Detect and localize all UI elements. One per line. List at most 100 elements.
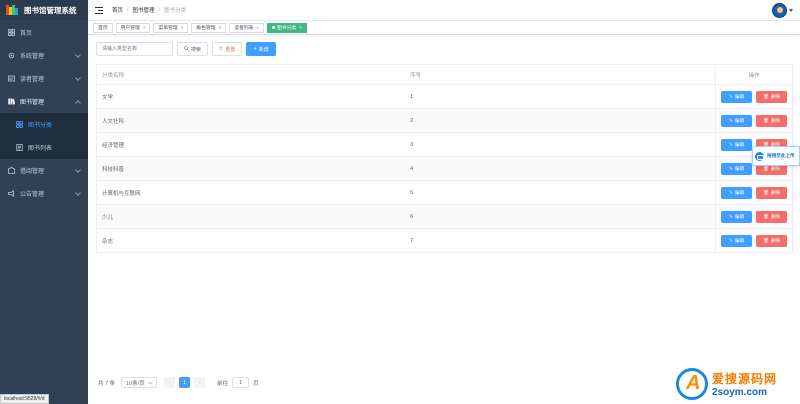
sidebar-item-label: 系统管理 xyxy=(20,54,45,60)
cell-order: 4 xyxy=(410,165,414,172)
tag-user-management[interactable]: 用户管理 × xyxy=(115,22,151,33)
toolbar: 搜索 ⟳ 重置 + 新增 xyxy=(96,42,277,56)
close-icon[interactable]: × xyxy=(143,25,146,30)
trash-icon: 🗑 xyxy=(763,237,769,243)
sidebar-item-book-list[interactable]: 图书列表 xyxy=(0,136,88,159)
goto-page-input[interactable]: 1 xyxy=(232,377,250,388)
category-icon xyxy=(16,121,23,128)
page-size-select[interactable]: 10条/页 xyxy=(121,377,158,388)
edit-button[interactable]: ✎ 编辑 xyxy=(721,186,753,199)
close-icon[interactable]: × xyxy=(256,25,259,30)
table-row: 杂志 7 ✎ 编辑 🗑 删除 xyxy=(97,229,792,253)
dashboard-icon xyxy=(8,29,15,36)
edit-icon: ✎ xyxy=(729,165,733,171)
avatar[interactable] xyxy=(772,3,787,18)
tag-menu-management[interactable]: 菜单管理 × xyxy=(153,22,189,33)
edit-button[interactable]: ✎ 编辑 xyxy=(721,138,753,151)
cell-category-name: 人文社科 xyxy=(102,118,125,125)
edit-icon: ✎ xyxy=(729,117,733,123)
tag-label: 菜单管理 xyxy=(158,26,178,31)
category-table: 分类名称 序号 操作 文学 1 ✎ 编辑 🗑 删除 人文社科 2 ✎ 编辑 🗑 删除 经济管理 3 ✎ 编辑 🗑… xyxy=(96,64,793,253)
navbar: 首页 / 图书管理 / 图书分类 xyxy=(88,0,800,21)
cell-actions: ✎ 编辑 🗑 删除 xyxy=(715,85,792,108)
delete-button-label: 删除 xyxy=(770,93,781,99)
pagination-total: 共 7 条 xyxy=(98,380,116,387)
edit-button[interactable]: ✎ 编辑 xyxy=(721,162,753,175)
tag-home[interactable]: 首页 xyxy=(93,22,113,33)
sidebar-item-book-category[interactable]: 图书分类 xyxy=(0,113,88,136)
edit-icon: ✎ xyxy=(729,237,733,243)
tag-reader-list[interactable]: 读者列表 × xyxy=(229,22,264,33)
breadcrumb-books[interactable]: 图书管理 xyxy=(133,6,155,14)
reset-button[interactable]: ⟳ 重置 xyxy=(212,42,243,56)
pagination: 共 7 条 10条/页 ‹ 1 › 前往 1 页 xyxy=(98,377,259,388)
edit-button[interactable]: ✎ 编辑 xyxy=(721,90,753,103)
breadcrumb: 首页 / 图书管理 / 图书分类 xyxy=(112,6,186,14)
cell-order: 2 xyxy=(410,117,414,124)
sidebar-item-home[interactable]: 首页 xyxy=(0,21,88,44)
column-header-name: 分类名称 xyxy=(102,72,125,79)
breadcrumb-home[interactable]: 首页 xyxy=(112,6,123,14)
reset-button-label: 重置 xyxy=(225,46,236,53)
delete-button-label: 删除 xyxy=(770,213,781,219)
chevron-down-icon xyxy=(75,75,81,81)
trash-icon: 🗑 xyxy=(763,189,769,195)
table-header: 分类名称 序号 操作 xyxy=(97,65,792,85)
tag-label: 首页 xyxy=(98,26,108,31)
edit-button-label: 编辑 xyxy=(734,141,745,147)
cell-order: 7 xyxy=(410,237,414,244)
table-body: 文学 1 ✎ 编辑 🗑 删除 人文社科 2 ✎ 编辑 🗑 删除 经济管理 3 ✎ 编辑 🗑 删除 科技科普 4 ✎ 编辑 🗑… xyxy=(97,85,792,253)
tag-label: 读者列表 xyxy=(234,26,254,31)
edit-button[interactable]: ✎ 编辑 xyxy=(721,114,753,127)
goto-label: 前往 xyxy=(217,380,229,387)
refresh-icon: ⟳ xyxy=(219,46,224,52)
close-icon[interactable]: × xyxy=(299,25,302,30)
watermark-letter: A xyxy=(686,372,701,394)
upload-drop-widget[interactable]: 拖拽至此上传 xyxy=(752,146,800,166)
chevron-down-icon xyxy=(148,380,153,385)
edit-icon: ✎ xyxy=(729,189,733,195)
tag-book-category[interactable]: 图书分类 × xyxy=(266,22,307,33)
delete-button[interactable]: 🗑 删除 xyxy=(756,114,788,127)
edit-icon: ✎ xyxy=(729,213,733,219)
sidebar-item-readers[interactable]: 读者管理 xyxy=(0,67,88,90)
edit-button-label: 编辑 xyxy=(734,117,745,123)
close-icon[interactable]: × xyxy=(219,25,222,30)
search-button-label: 搜索 xyxy=(191,46,202,53)
delete-button-label: 删除 xyxy=(770,165,781,171)
chevron-down-icon xyxy=(75,167,81,173)
plus-icon: + xyxy=(253,46,257,52)
hamburger-icon[interactable] xyxy=(95,6,103,14)
logo[interactable]: 图书馆管理系统 xyxy=(0,0,88,20)
search-button[interactable]: 搜索 xyxy=(177,42,209,56)
sidebar-item-label: 图书列表 xyxy=(28,146,53,152)
close-icon[interactable]: × xyxy=(181,25,184,30)
search-input[interactable] xyxy=(96,42,173,56)
sidebar-item-announcement[interactable]: 公告管理 xyxy=(0,182,88,205)
next-page-button[interactable]: › xyxy=(194,377,206,388)
add-button[interactable]: + 新增 xyxy=(246,42,277,56)
caret-down-icon[interactable] xyxy=(789,9,793,12)
table-row: 文学 1 ✎ 编辑 🗑 删除 xyxy=(97,85,792,109)
delete-button[interactable]: 🗑 删除 xyxy=(756,186,788,199)
edit-button-label: 编辑 xyxy=(734,189,745,195)
edit-button[interactable]: ✎ 编辑 xyxy=(721,210,753,223)
cell-category-name: 计算机与互联网 xyxy=(102,190,141,197)
breadcrumb-current: 图书分类 xyxy=(164,8,187,14)
column-header-actions: 操作 xyxy=(715,65,792,84)
delete-button[interactable]: 🗑 删除 xyxy=(756,234,788,247)
tag-role-management[interactable]: 角色管理 × xyxy=(191,22,227,33)
delete-button[interactable]: 🗑 删除 xyxy=(756,210,788,223)
page-number-current[interactable]: 1 xyxy=(179,377,191,388)
cell-category-name: 经济管理 xyxy=(102,142,125,149)
delete-button[interactable]: 🗑 删除 xyxy=(756,90,788,103)
chevron-down-icon xyxy=(75,52,81,58)
edit-button[interactable]: ✎ 编辑 xyxy=(721,234,753,247)
cell-actions: ✎ 编辑 🗑 删除 xyxy=(715,109,792,132)
cell-order: 6 xyxy=(410,213,414,220)
tag-label: 用户管理 xyxy=(120,26,140,31)
sidebar-item-system[interactable]: 系统管理 xyxy=(0,44,88,67)
sidebar-item-books[interactable]: 图书管理 xyxy=(0,90,88,113)
prev-page-button[interactable]: ‹ xyxy=(164,377,176,388)
sidebar-item-borrow[interactable]: 借阅管理 xyxy=(0,159,88,182)
